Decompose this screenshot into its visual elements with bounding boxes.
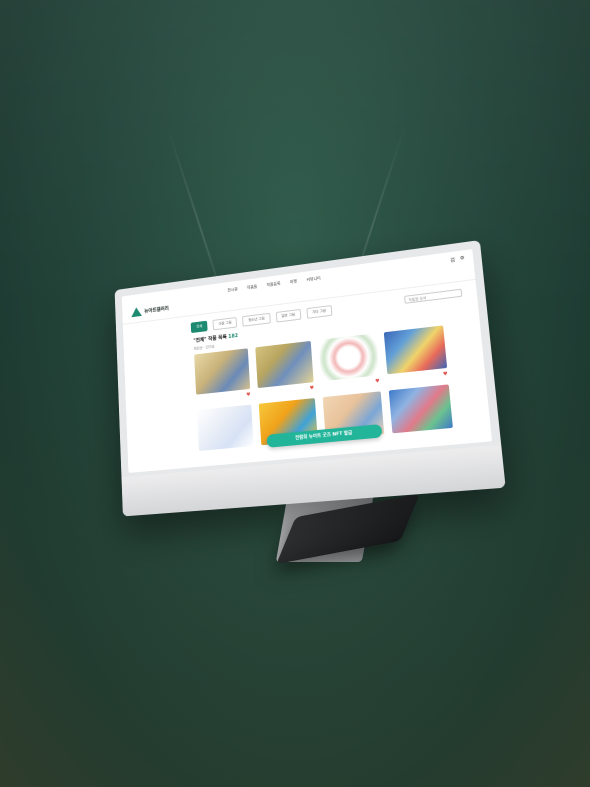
monitor-frame: 뉴아트갤러리 전시관 작품들 작품등록 마켓 커뮤니티 검 ⚙ 전체 아동 그림… (114, 240, 506, 517)
search-input[interactable]: 작품명 검색 (404, 288, 463, 304)
artwork-card[interactable] (196, 404, 254, 461)
main-nav: 전시관 작품들 작품등록 마켓 커뮤니티 (227, 275, 321, 293)
result-count: 182 (228, 333, 239, 340)
menu-icon[interactable]: ⚙ (460, 255, 465, 263)
nav-item-register[interactable]: 작품등록 (266, 281, 280, 289)
search-icon[interactable]: 검 (450, 256, 455, 264)
artwork-thumbnail[interactable] (388, 384, 453, 434)
heart-icon[interactable]: ♥ (309, 385, 314, 391)
header-utilities: 검 ⚙ (450, 255, 465, 264)
filter-chip-general[interactable]: 일반 그림 (275, 308, 302, 323)
triangle-logo-icon (131, 307, 142, 318)
artwork-thumbnail[interactable] (318, 333, 380, 382)
filter-chip-other[interactable]: 기타 그림 (306, 305, 333, 319)
nav-item-artworks[interactable]: 작품들 (247, 284, 258, 291)
sort-options[interactable]: 최신순 · 인기순 (194, 345, 215, 352)
filter-chip-children[interactable]: 아동 그림 (212, 316, 238, 331)
heart-icon[interactable]: ♥ (375, 378, 380, 385)
result-prefix: "전체" 작품 목록 (193, 334, 227, 345)
artwork-card[interactable]: ♥ (194, 348, 251, 404)
nav-item-exhibition[interactable]: 전시관 (227, 286, 238, 293)
artwork-card[interactable]: ♥ (383, 325, 448, 384)
site-logo[interactable]: 뉴아트갤러리 (131, 303, 169, 317)
artwork-card[interactable] (388, 384, 454, 443)
artwork-card[interactable]: ♥ (255, 340, 314, 398)
artwork-thumbnail[interactable] (255, 340, 314, 389)
result-heading: "전체" 작품 목록 182 (193, 332, 238, 344)
artwork-thumbnail[interactable] (194, 348, 251, 395)
heart-icon[interactable]: ♥ (443, 371, 448, 378)
monitor: 뉴아트갤러리 전시관 작품들 작품등록 마켓 커뮤니티 검 ⚙ 전체 아동 그림… (114, 240, 506, 517)
artwork-thumbnail[interactable] (196, 404, 254, 451)
artwork-thumbnail[interactable] (383, 325, 448, 375)
artwork-card[interactable]: ♥ (318, 333, 380, 391)
filter-chip-all[interactable]: 전체 (190, 320, 209, 334)
monitor-screen: 뉴아트갤러리 전시관 작품들 작품등록 마켓 커뮤니티 검 ⚙ 전체 아동 그림… (121, 249, 493, 473)
filter-chip-teen[interactable]: 청소년 그림 (242, 312, 271, 327)
heart-icon[interactable]: ♥ (246, 392, 251, 398)
nav-item-community[interactable]: 커뮤니티 (306, 275, 321, 283)
site-logo-text: 뉴아트갤러리 (144, 305, 169, 315)
artwork-card[interactable] (258, 398, 319, 455)
nav-item-market[interactable]: 마켓 (290, 279, 297, 286)
